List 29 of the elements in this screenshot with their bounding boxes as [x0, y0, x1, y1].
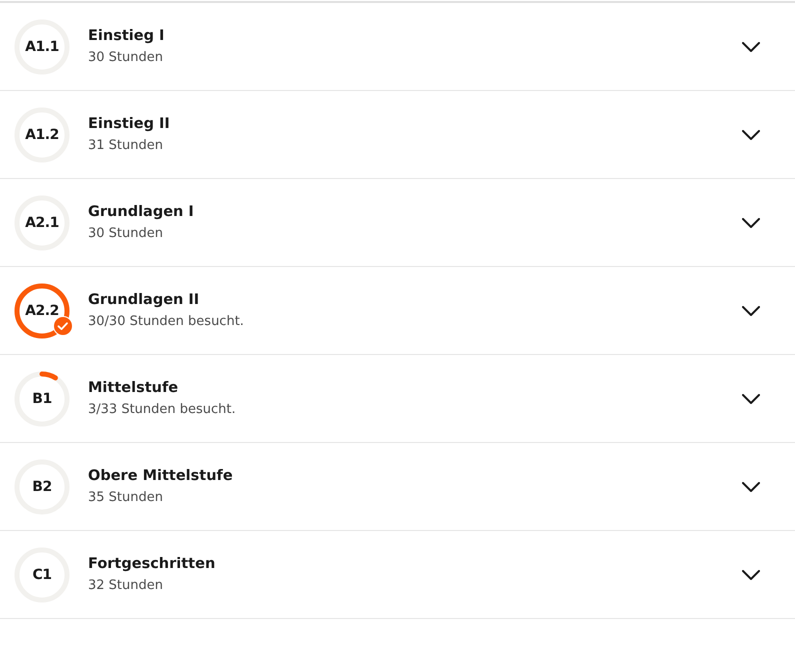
chevron-down-icon	[742, 570, 760, 580]
progress-ring	[13, 282, 71, 340]
chevron-down-icon	[742, 42, 760, 52]
level-label: B2	[32, 478, 52, 494]
chevron-down-icon	[742, 306, 760, 316]
course-title: Einstieg I	[88, 28, 166, 44]
level-label: B1	[32, 390, 52, 406]
chevron-down-icon	[742, 394, 760, 404]
chevron-down-icon	[742, 130, 760, 140]
course-title: Obere Mittelstufe	[88, 468, 234, 484]
course-hours: 30/30 Stunden besucht.	[88, 314, 245, 329]
course-title: Einstieg II	[88, 116, 171, 132]
course-title: Grundlagen I	[88, 204, 195, 220]
level-label: A1.2	[25, 126, 59, 142]
course-hours: 32 Stunden	[88, 578, 164, 593]
level-label: A2.2	[25, 302, 59, 318]
course-title: Fortgeschritten	[88, 556, 216, 572]
course-title: Mittelstufe	[88, 380, 180, 396]
chevron-down-icon	[742, 482, 760, 492]
level-label: A1.1	[25, 38, 59, 54]
course-hours: 30 Stunden	[88, 226, 164, 241]
course-hours: 31 Stunden	[88, 138, 164, 153]
course-hours: 30 Stunden	[88, 50, 164, 65]
level-label: C1	[32, 566, 52, 582]
chevron-down-icon	[742, 218, 760, 228]
level-label: A2.1	[25, 214, 59, 230]
course-hours: 3/33 Stunden besucht.	[88, 402, 237, 417]
course-title: Grundlagen II	[88, 292, 200, 308]
course-hours: 35 Stunden	[88, 490, 164, 505]
